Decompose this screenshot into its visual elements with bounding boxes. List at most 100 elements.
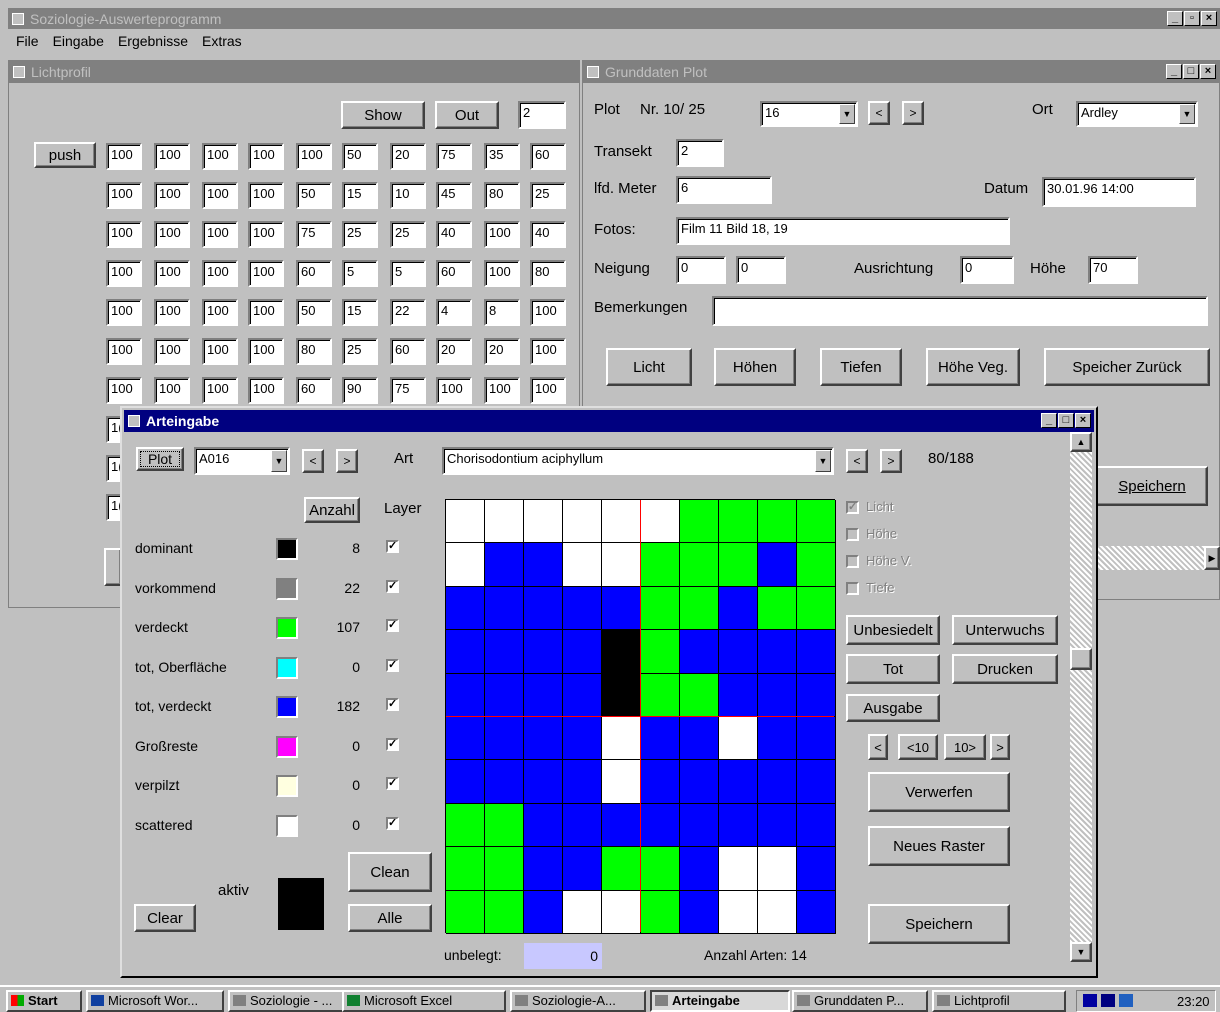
licht-cell[interactable]: 20 [390, 143, 426, 170]
raster-cell[interactable] [719, 500, 758, 544]
licht-cell[interactable]: 100 [530, 338, 566, 365]
raster-cell[interactable] [446, 543, 485, 587]
licht-cell[interactable]: 80 [296, 338, 332, 365]
licht-cell[interactable]: 5 [390, 260, 426, 287]
raster-cell[interactable] [758, 803, 797, 848]
raster-cell[interactable] [563, 586, 602, 631]
licht-cell[interactable]: 100 [106, 377, 142, 404]
plot-prev-button[interactable]: < [868, 101, 890, 125]
licht-cell[interactable]: 100 [106, 143, 142, 170]
ausrichtung-input[interactable]: 0 [960, 256, 1014, 284]
licht-cell[interactable]: 80 [484, 182, 520, 209]
licht-cell[interactable]: 25 [530, 182, 566, 209]
raster-cell[interactable] [797, 847, 836, 891]
raster-cell[interactable] [485, 716, 524, 761]
layer-checkbox[interactable]: ✓ [386, 816, 399, 830]
arten-speichern-button[interactable]: Speichern [868, 904, 1010, 944]
raster-cell[interactable] [797, 803, 836, 848]
raster-cell[interactable] [758, 847, 797, 891]
hoehen-button[interactable]: Höhen [714, 348, 796, 386]
licht-cell[interactable]: 25 [342, 221, 378, 248]
raster-cell[interactable] [563, 500, 602, 544]
raster-cell[interactable] [719, 890, 758, 934]
datum-input[interactable]: 30.01.96 14:00 [1042, 177, 1196, 207]
raster-cell[interactable] [524, 500, 563, 544]
raster-cell[interactable] [485, 630, 524, 674]
raster-cell[interactable] [758, 543, 797, 587]
raster-cell[interactable] [602, 716, 641, 761]
chevron-down-icon[interactable]: ▼ [815, 450, 831, 472]
licht-cell[interactable]: 90 [342, 377, 378, 404]
speicher-zurueck-button[interactable]: Speicher Zurück [1044, 348, 1210, 386]
raster-cell[interactable] [602, 630, 641, 674]
grunddaten-speichern-button[interactable]: Speichern [1096, 466, 1208, 506]
licht-cell[interactable]: 60 [436, 260, 472, 287]
tray-network-icon[interactable] [1083, 994, 1097, 1007]
licht-cell[interactable]: 100 [154, 143, 190, 170]
category-color-swatch[interactable] [276, 538, 298, 560]
category-color-swatch[interactable] [276, 814, 298, 837]
raster-cell[interactable] [680, 847, 719, 891]
licht-cell[interactable]: 50 [342, 143, 378, 170]
raster-cell[interactable] [446, 500, 485, 544]
start-button[interactable]: Start [6, 990, 82, 1012]
category-color-swatch[interactable] [276, 656, 298, 679]
raster-cell[interactable] [641, 673, 680, 717]
raster-cell[interactable] [758, 586, 797, 631]
licht-cell[interactable]: 100 [248, 221, 284, 248]
menu-file[interactable]: File [16, 33, 39, 49]
fotos-input[interactable]: Film 11 Bild 18, 19 [676, 217, 1010, 245]
chevron-down-icon[interactable]: ▼ [839, 104, 855, 124]
raster-cell[interactable] [446, 890, 485, 934]
raster-cell[interactable] [602, 586, 641, 631]
raster-cell[interactable] [797, 630, 836, 674]
drucken-button[interactable]: Drucken [952, 654, 1058, 684]
raster-cell[interactable] [719, 673, 758, 717]
raster-cell[interactable] [680, 890, 719, 934]
menu-eingabe[interactable]: Eingabe [53, 33, 104, 49]
licht-cell[interactable]: 25 [342, 338, 378, 365]
chevron-down-icon[interactable]: ▼ [271, 450, 287, 472]
raster-cell[interactable] [602, 673, 641, 717]
licht-cell[interactable]: 100 [202, 299, 238, 326]
out-button[interactable]: Out [435, 101, 499, 129]
raster-cell[interactable] [758, 500, 797, 544]
raster-cell[interactable] [680, 586, 719, 631]
layer-checkbox[interactable]: ✓ [386, 698, 399, 711]
taskbar-item[interactable]: Grunddaten P... [792, 990, 928, 1012]
scroll-up-icon[interactable]: ▲ [1070, 432, 1092, 452]
raster-cell[interactable] [524, 890, 563, 934]
raster-cell[interactable] [485, 890, 524, 934]
category-color-swatch[interactable] [276, 696, 298, 718]
licht-cell[interactable]: 5 [342, 260, 378, 287]
chevron-down-icon[interactable]: ▼ [1179, 104, 1195, 124]
layer-toggle-checkbox[interactable] [846, 528, 859, 541]
raster-cell[interactable] [563, 760, 602, 804]
raster-cell[interactable] [797, 760, 836, 804]
unbesiedelt-button[interactable]: Unbesiedelt [846, 615, 940, 645]
licht-cell[interactable]: 40 [436, 221, 472, 248]
maximize-icon[interactable]: □ [1058, 413, 1074, 428]
transekt-input[interactable]: 2 [676, 139, 724, 167]
raster-cell[interactable] [446, 847, 485, 891]
menu-extras[interactable]: Extras [202, 33, 242, 49]
raster-cell[interactable] [563, 716, 602, 761]
raster-cell[interactable] [446, 716, 485, 761]
licht-cell[interactable]: 50 [296, 299, 332, 326]
art-prev-button[interactable]: < [846, 449, 868, 473]
raster-cell[interactable] [524, 673, 563, 717]
licht-cell[interactable]: 100 [296, 143, 332, 170]
licht-cell[interactable]: 100 [248, 260, 284, 287]
neigung-input-1[interactable]: 0 [676, 256, 726, 284]
close-icon[interactable]: × [1201, 11, 1217, 26]
nav-next-button[interactable]: > [990, 734, 1010, 760]
nav-prev-button[interactable]: < [868, 734, 888, 760]
raster-cell[interactable] [719, 543, 758, 587]
raster-cell[interactable] [602, 543, 641, 587]
raster-cell[interactable] [641, 760, 680, 804]
raster-cell[interactable] [641, 630, 680, 674]
licht-cell[interactable]: 100 [154, 182, 190, 209]
close-icon[interactable]: × [1075, 413, 1091, 428]
raster-cell[interactable] [797, 586, 836, 631]
licht-cell[interactable]: 60 [530, 143, 566, 170]
